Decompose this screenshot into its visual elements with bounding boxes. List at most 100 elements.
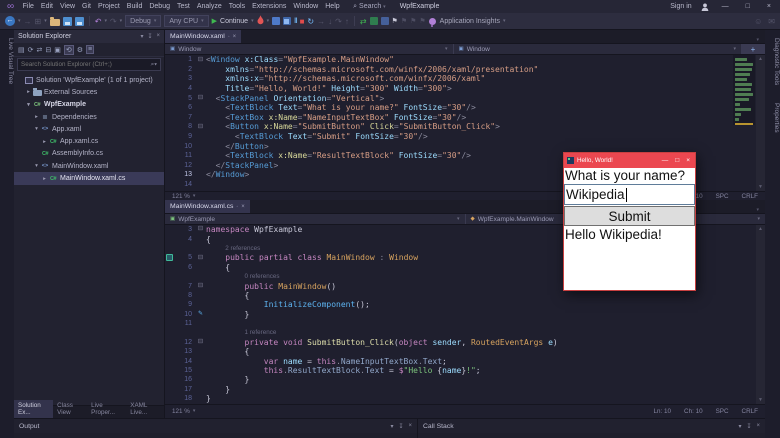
step-into-icon[interactable]: ↓ <box>328 17 332 26</box>
tab-close-icon[interactable]: × <box>233 34 237 40</box>
feedback-icon[interactable]: ☺ <box>754 17 762 26</box>
fold-icon[interactable]: ⊟ <box>198 94 203 101</box>
zoom-level[interactable]: 121 % <box>172 193 190 200</box>
tab-mainwindow-xaml-cs[interactable]: MainWindow.xaml.cs ◦ × <box>165 200 250 213</box>
menu-item-tools[interactable]: Tools <box>225 3 248 10</box>
wpf-minimize-button[interactable]: — <box>662 157 669 164</box>
split-window-button[interactable]: + <box>741 44 765 54</box>
search-dropdown-icon[interactable]: ⌕▾ <box>148 61 160 69</box>
expander-icon[interactable]: ▸ <box>41 139 48 145</box>
show-next-statement-icon[interactable]: → <box>317 17 325 26</box>
debug-target-select[interactable]: Debug ▾ <box>125 15 162 27</box>
fold-icon[interactable]: ⊟ <box>198 338 203 345</box>
hot-reload-icon[interactable] <box>257 15 264 27</box>
live-visual-tree-icon[interactable] <box>369 17 378 25</box>
preview-selected-items-icon[interactable]: ⚙ <box>77 46 83 54</box>
menu-item-analyze[interactable]: Analyze <box>193 3 225 10</box>
menu-item-extensions[interactable]: Extensions <box>249 3 290 10</box>
pending-changes-filter-icon[interactable]: ⟳ <box>28 46 34 54</box>
tab-mainwindow-xaml[interactable]: MainWindow.xaml ◦ × <box>165 30 242 43</box>
tree-item[interactable]: ▾ <> MainWindow.xaml <box>14 160 164 172</box>
break-all-icon[interactable]: ‖ <box>294 17 298 26</box>
panel-tab-class-view[interactable]: Class View <box>53 400 87 418</box>
close-panel-icon[interactable]: × <box>156 33 160 40</box>
window-position-icon[interactable]: ▾ <box>390 423 393 430</box>
bookmark-icon[interactable]: ⚑ <box>392 17 398 26</box>
tab-live-visual-tree[interactable]: Live Visual Tree <box>7 36 14 86</box>
panel-tab-solution-ex-[interactable]: Solution Ex... <box>14 400 54 418</box>
apply-code-changes-icon[interactable]: ⇄ <box>360 17 367 26</box>
menu-item-edit[interactable]: Edit <box>37 3 56 10</box>
expander-icon[interactable]: ▾ <box>25 102 32 108</box>
redo-icon[interactable]: ↷ <box>110 17 117 26</box>
stop-debugging-icon[interactable]: ■ <box>300 17 305 26</box>
tree-item[interactable]: ▸ C# MainWindow.xaml.cs <box>14 172 164 185</box>
menu-item-git[interactable]: Git <box>79 3 95 10</box>
open-file-icon[interactable] <box>49 16 60 26</box>
application-insights-label[interactable]: Application Insights <box>440 18 500 25</box>
navigate-forward-icon[interactable]: → <box>24 17 32 26</box>
collapse-all-icon[interactable]: ⊟ <box>45 46 51 54</box>
tab-properties[interactable]: Properties <box>773 101 780 135</box>
sign-in-button[interactable]: Sign in <box>670 3 691 10</box>
panel-tab-live-proper-[interactable]: Live Proper... <box>87 400 126 418</box>
expander-icon[interactable]: ▸ <box>33 114 40 120</box>
close-button[interactable]: × <box>763 3 775 10</box>
tree-item[interactable]: ▸ External Sources <box>14 86 164 98</box>
codelens-references[interactable]: 2 references <box>206 245 260 252</box>
fold-icon[interactable]: ⊟ <box>198 225 203 233</box>
tree-item[interactable]: C# AssemblyInfo.cs <box>14 148 164 160</box>
clear-bookmarks-icon[interactable]: ⚑ <box>419 17 425 26</box>
expander-icon[interactable]: ▾ <box>33 126 40 132</box>
application-insights-icon[interactable] <box>428 17 436 27</box>
pin-icon[interactable]: ↧ <box>147 33 152 40</box>
close-panel-icon[interactable]: × <box>756 423 760 430</box>
step-over-icon[interactable]: ↷ <box>335 17 342 26</box>
submit-button[interactable]: Submit <box>564 206 695 226</box>
notifications-icon[interactable]: ✉ <box>768 17 775 26</box>
name-input-textbox[interactable]: Wikipedia <box>564 184 695 205</box>
expander-icon[interactable]: ▸ <box>41 176 48 182</box>
pin-icon[interactable]: ↧ <box>398 423 403 430</box>
wpf-app-window[interactable]: Hello, World! — □ × What is your name? W… <box>563 152 696 291</box>
navigate-back-dropdown[interactable]: ▾ <box>18 18 21 24</box>
step-out-icon[interactable]: ↑ <box>345 17 349 26</box>
window-position-icon[interactable]: ▾ <box>140 33 143 40</box>
tab-diagnostic-tools[interactable]: Diagnostic Tools <box>773 36 780 87</box>
menu-item-build[interactable]: Build <box>123 3 146 10</box>
breadcrumb-project[interactable]: ▣ WpfExample ▾ <box>165 214 465 224</box>
expander-icon[interactable]: ▾ <box>33 163 40 169</box>
save-all-icon[interactable] <box>74 16 84 26</box>
maximize-button[interactable]: □ <box>742 3 754 10</box>
next-bookmark-icon[interactable]: ⚑ <box>410 17 416 26</box>
profile-icon[interactable] <box>701 3 709 11</box>
navigate-back-icon[interactable]: ← <box>5 16 15 26</box>
fold-icon[interactable]: ⊟ <box>198 254 203 261</box>
pin-icon[interactable]: ↧ <box>746 423 751 430</box>
close-panel-icon[interactable]: × <box>408 423 412 430</box>
wpf-maximize-button[interactable]: □ <box>675 157 679 164</box>
fold-icon[interactable]: ⊟ <box>198 56 203 63</box>
new-project-dropdown[interactable]: ▾ <box>44 18 47 24</box>
xaml-hot-reload-icon[interactable] <box>380 17 389 25</box>
undo-icon[interactable]: ↶ <box>95 17 102 26</box>
search-button[interactable]: ⌕ Search ▾ <box>353 3 386 11</box>
tree-item[interactable]: ▾ <> App.xaml <box>14 123 164 135</box>
search-input[interactable] <box>18 61 148 68</box>
wpf-close-button[interactable]: × <box>686 157 690 164</box>
undo-dropdown[interactable]: ▾ <box>104 18 107 24</box>
minimize-button[interactable]: — <box>718 3 733 10</box>
hot-reload-dropdown[interactable]: ▾ <box>267 18 270 24</box>
window-position-icon[interactable]: ▾ <box>738 423 741 430</box>
restart-icon[interactable]: ↻ <box>307 17 314 26</box>
tab-close-icon[interactable]: × <box>241 204 245 210</box>
zoom-dropdown-icon[interactable]: ▾ <box>193 408 196 414</box>
tree-item[interactable]: ▸ ≣ Dependencies <box>14 111 164 123</box>
save-icon[interactable] <box>62 16 72 26</box>
solution-search-box[interactable]: ⌕▾ <box>17 58 161 71</box>
fold-icon[interactable]: ⊟ <box>198 282 203 289</box>
switch-views-icon[interactable]: ▤ <box>18 46 25 54</box>
menu-item-window[interactable]: Window <box>290 3 322 10</box>
new-project-icon[interactable]: ⊞ <box>35 17 42 26</box>
tree-item[interactable]: ▾ C# WpfExample <box>14 99 164 111</box>
